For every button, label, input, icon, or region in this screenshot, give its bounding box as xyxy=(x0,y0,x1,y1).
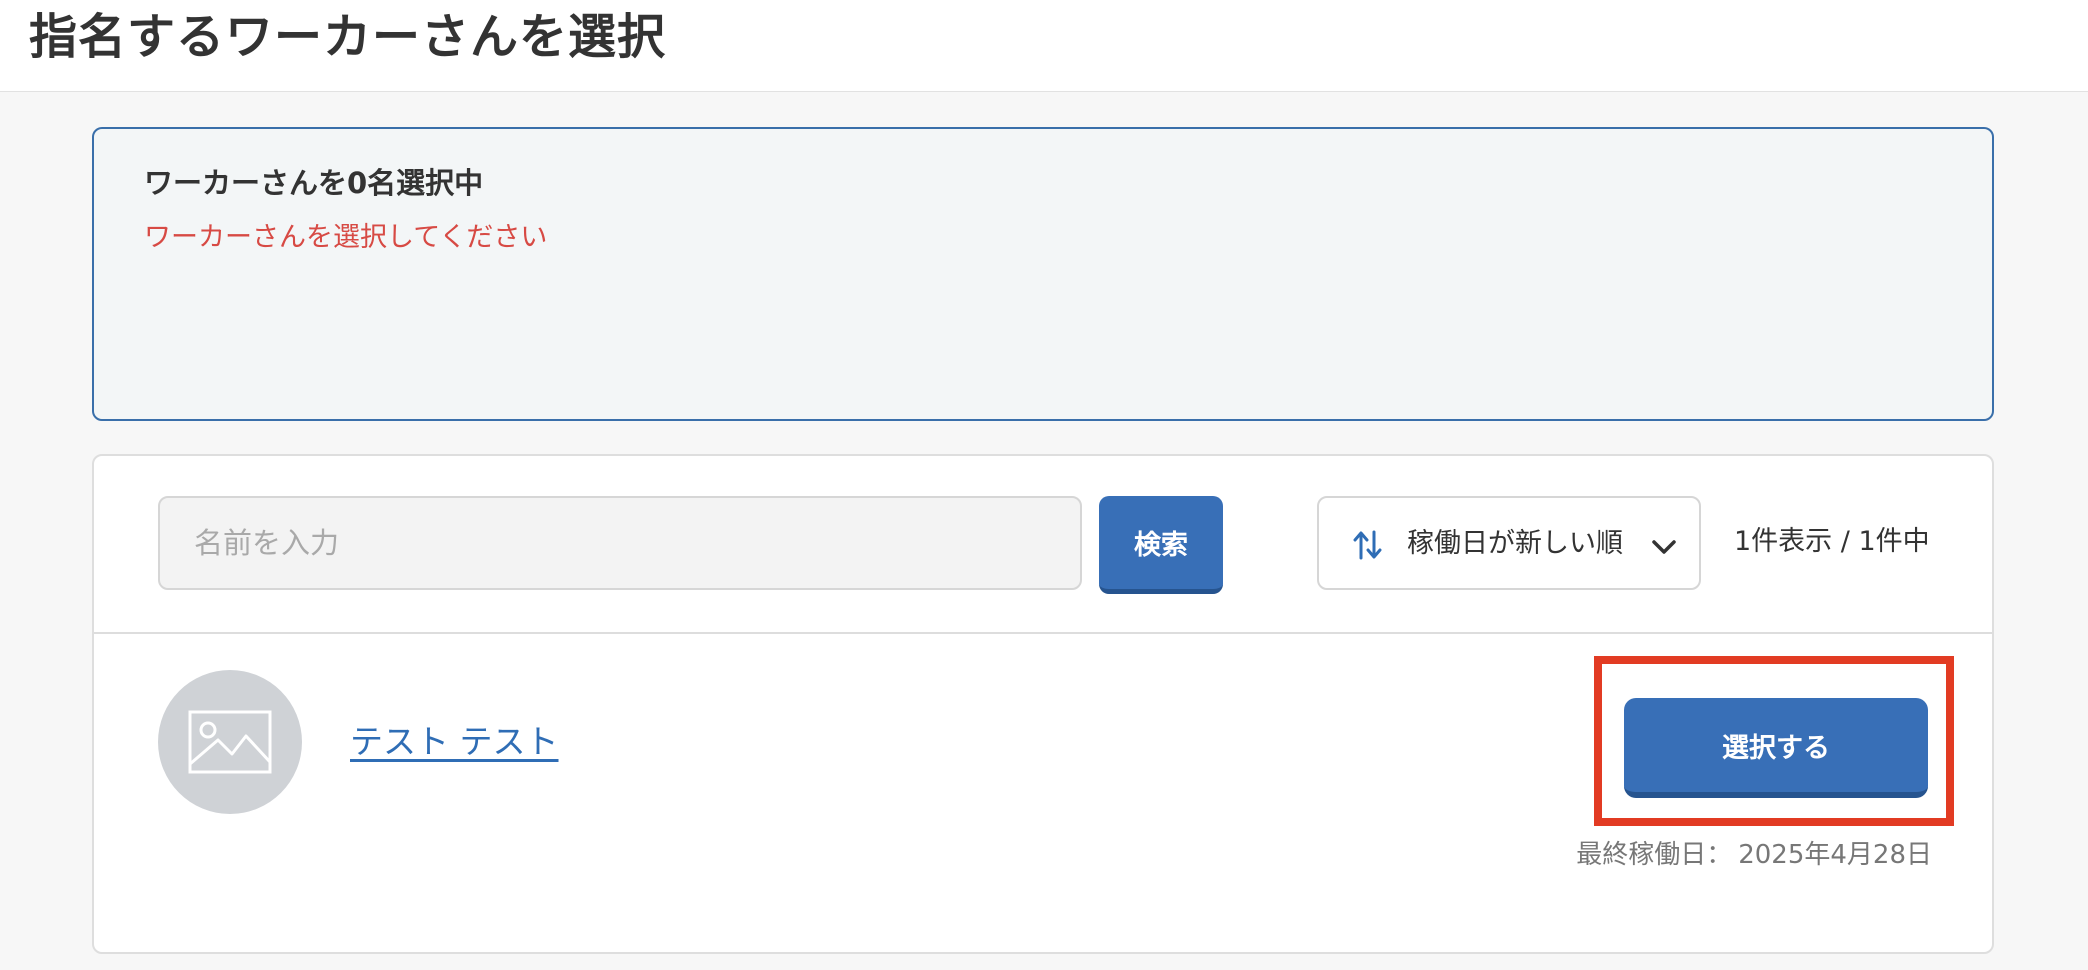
selected-count-text: ワーカーさんを0名選択中 xyxy=(144,166,484,200)
last-worked-date: 最終稼働日： 2025年4月28日 xyxy=(1576,836,1932,874)
sort-order-label: 稼働日が新しい順 xyxy=(1407,528,1623,559)
select-worker-button[interactable]: 選択する xyxy=(1624,698,1928,798)
chevron-down-icon xyxy=(1651,538,1677,556)
name-search-input[interactable] xyxy=(158,496,1082,590)
page-header: 指名するワーカーさんを選択 xyxy=(0,0,2088,92)
last-worked-label: 最終稼働日： xyxy=(1576,840,1733,870)
selection-summary-box: ワーカーさんを0名選択中 ワーカーさんを選択してください xyxy=(92,127,1994,421)
worker-list-panel: 検索 稼働日が新しい順 1件表示 / 1件中 xyxy=(92,454,1994,954)
worker-list-item: テスト テスト 選択する 最終稼働日： 2025年4月28日 xyxy=(94,634,1992,952)
last-worked-value: 2025年4月28日 xyxy=(1738,840,1932,870)
result-count-text: 1件表示 / 1件中 xyxy=(1734,526,1930,557)
sort-order-select[interactable]: 稼働日が新しい順 xyxy=(1317,496,1701,590)
sort-arrows-icon xyxy=(1353,528,1383,562)
worker-name-link[interactable]: テスト テスト xyxy=(350,720,559,764)
avatar xyxy=(158,670,302,814)
search-button[interactable]: 検索 xyxy=(1099,496,1223,594)
selection-error-message: ワーカーさんを選択してください xyxy=(144,222,548,253)
search-toolbar: 検索 稼働日が新しい順 1件表示 / 1件中 xyxy=(94,456,1992,634)
image-placeholder-icon xyxy=(188,710,272,774)
page-title: 指名するワーカーさんを選択 xyxy=(29,9,667,65)
